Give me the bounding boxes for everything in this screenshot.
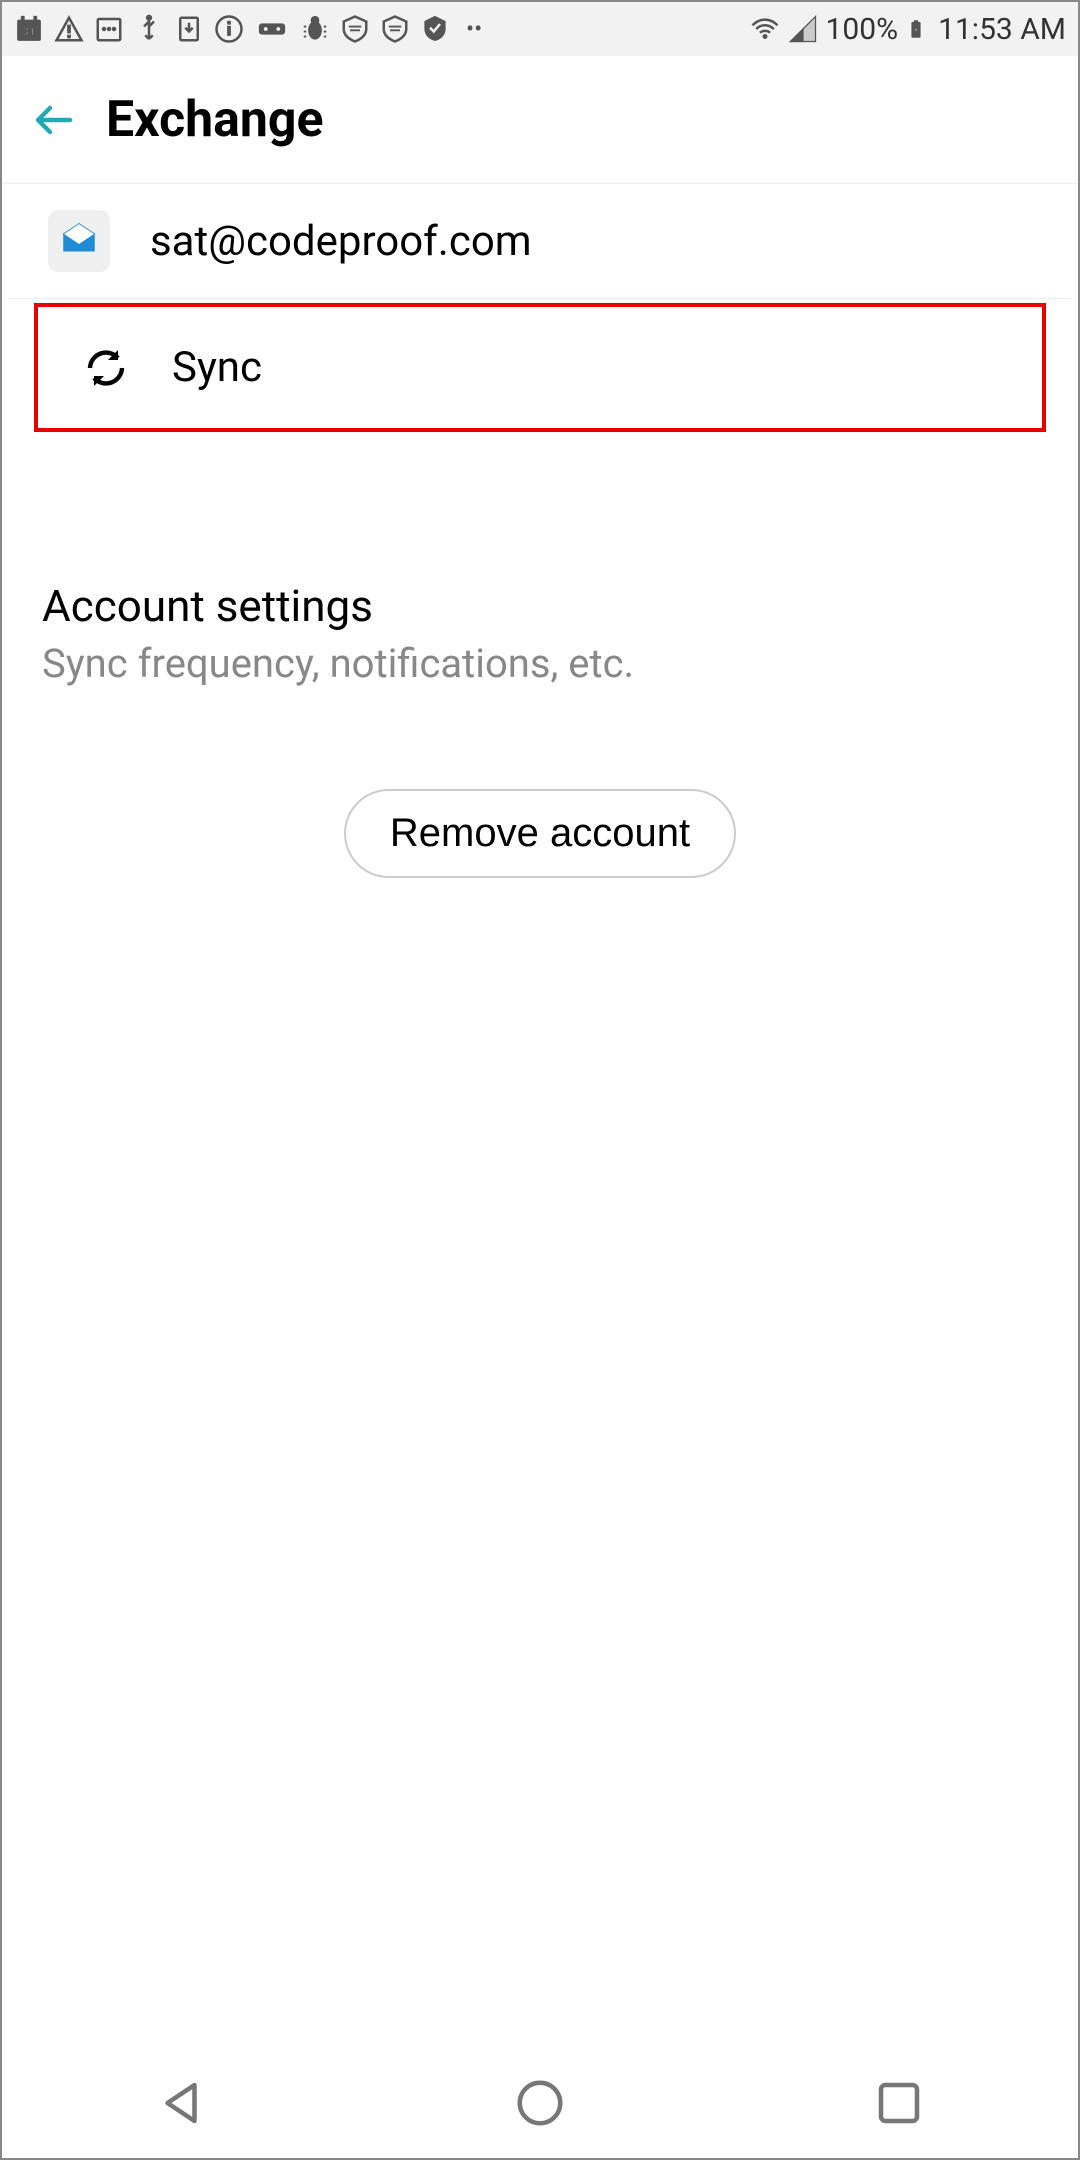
- sync-row[interactable]: Sync: [34, 303, 1046, 432]
- navigation-bar: [2, 2048, 1078, 2158]
- calendar-icon: 31: [14, 14, 44, 44]
- remove-account-wrap: Remove account: [2, 789, 1078, 878]
- battery-percent: 100%: [826, 12, 899, 47]
- nav-home-icon[interactable]: [513, 2076, 567, 2130]
- download-icon: [174, 14, 204, 44]
- account-row[interactable]: sat@codeproof.com: [8, 184, 1072, 299]
- page-title: Exchange: [106, 91, 323, 149]
- info-icon: [214, 14, 244, 44]
- svg-text:31: 31: [23, 25, 36, 38]
- settings-subtitle: Sync frequency, notifications, etc.: [42, 640, 1038, 687]
- status-right: 100% 11:53 AM: [750, 12, 1066, 47]
- mail-icon: [48, 210, 110, 272]
- clock-time: 11:53 AM: [938, 12, 1066, 47]
- sync-icon: [82, 344, 130, 392]
- nav-back-icon[interactable]: [154, 2076, 208, 2130]
- status-bar: 31 •• 100% 11:53 AM: [2, 2, 1078, 56]
- account-email: sat@codeproof.com: [150, 217, 532, 266]
- sync-label: Sync: [172, 343, 262, 392]
- date-icon: [94, 14, 124, 44]
- bug-icon: [300, 14, 330, 44]
- warning-icon: [54, 14, 84, 44]
- battery-icon: [906, 14, 926, 44]
- nav-recent-icon[interactable]: [872, 2076, 926, 2130]
- account-settings-item[interactable]: Account settings Sync frequency, notific…: [2, 580, 1078, 687]
- remove-account-button[interactable]: Remove account: [344, 789, 736, 878]
- settings-title: Account settings: [42, 580, 1038, 632]
- more-icon: ••: [466, 15, 482, 43]
- check-shield-icon: [420, 14, 450, 44]
- usb-icon: [134, 14, 164, 44]
- shield-icon-2: [380, 14, 410, 44]
- signal-icon: [788, 14, 818, 44]
- shield-icon: [340, 14, 370, 44]
- status-left-icons: 31 ••: [14, 14, 482, 44]
- back-arrow-icon[interactable]: [30, 96, 78, 144]
- wifi-icon: [750, 14, 780, 44]
- voicemail-icon: [254, 14, 290, 44]
- app-header: Exchange: [2, 56, 1078, 184]
